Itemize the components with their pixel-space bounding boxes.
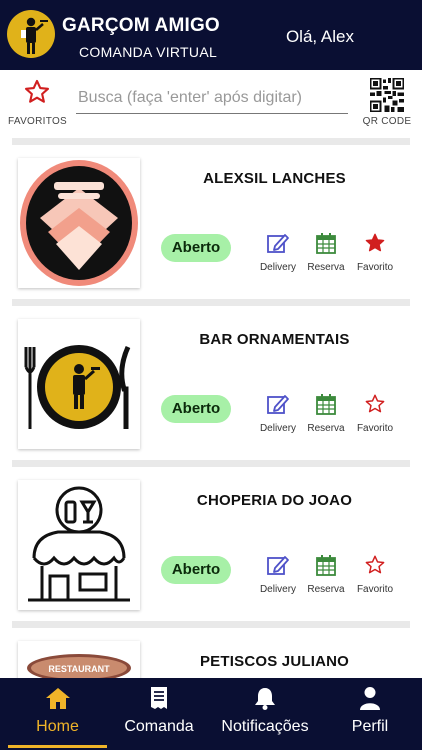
restaurant-logo: RESTAURANT bbox=[18, 641, 140, 678]
restaurant-sign-text: RESTAURANT bbox=[48, 664, 110, 674]
favorito-button[interactable]: Favorito bbox=[347, 554, 403, 595]
favorites-filter-button[interactable]: FAVORITOS bbox=[8, 78, 68, 132]
user-greeting: Olá, Alex bbox=[285, 27, 354, 46]
favorito-label: Favorito bbox=[356, 423, 394, 434]
restaurant-logo bbox=[18, 158, 140, 288]
restaurant-card[interactable]: ALEXSIL LANCHES Aberto Delivery Reserva … bbox=[12, 138, 410, 298]
active-tab-indicator bbox=[8, 745, 107, 748]
search-input[interactable] bbox=[76, 83, 348, 114]
home-icon bbox=[45, 688, 70, 709]
restaurant-card[interactable]: CHOPERIA DO JOAO Aberto Delivery Reserva… bbox=[12, 460, 410, 620]
nav-perfil-label: Perfil bbox=[351, 718, 389, 735]
reserva-button[interactable]: Reserva bbox=[298, 232, 354, 273]
reserva-button[interactable]: Reserva bbox=[298, 393, 354, 434]
waiter-logo-icon bbox=[7, 10, 55, 58]
reserva-label: Reserva bbox=[307, 584, 345, 595]
restaurant-card[interactable]: BAR ORNAMENTAIS Aberto Delivery Reserva … bbox=[12, 299, 410, 459]
favorito-button[interactable]: Favorito bbox=[347, 393, 403, 434]
star-outline-icon bbox=[24, 79, 50, 103]
calendar-icon bbox=[316, 233, 336, 254]
restaurant-logo bbox=[18, 319, 140, 449]
restaurant-card[interactable]: RESTAURANT PETISCOS JULIANO bbox=[12, 621, 410, 678]
nav-home[interactable]: Home bbox=[8, 686, 107, 736]
nav-notificacoes[interactable]: Notificações bbox=[212, 686, 318, 736]
qr-code-label: QR CODE bbox=[362, 116, 412, 127]
calendar-icon bbox=[316, 394, 336, 415]
bell-icon bbox=[255, 688, 275, 710]
star-outline-icon bbox=[365, 394, 385, 413]
calendar-icon bbox=[316, 555, 336, 576]
reserva-label: Reserva bbox=[307, 262, 345, 273]
edit-icon bbox=[267, 556, 289, 575]
user-icon bbox=[360, 687, 380, 710]
restaurant-name: PETISCOS JULIANO bbox=[199, 653, 350, 670]
app-header: GARÇOM AMIGO COMANDA VIRTUAL Olá, Alex bbox=[0, 0, 422, 70]
status-badge: Aberto bbox=[161, 556, 231, 584]
favorito-label: Favorito bbox=[356, 262, 394, 273]
restaurant-list[interactable]: ALEXSIL LANCHES Aberto Delivery Reserva … bbox=[12, 138, 410, 678]
nav-comanda[interactable]: Comanda bbox=[113, 686, 205, 736]
bottom-navigation: Home Comanda Notificações Perfil bbox=[0, 678, 422, 750]
receipt-icon bbox=[151, 687, 167, 709]
favorito-label: Favorito bbox=[356, 584, 394, 595]
nav-perfil[interactable]: Perfil bbox=[330, 686, 410, 736]
favorites-label: FAVORITOS bbox=[8, 116, 68, 127]
qr-code-button[interactable]: QR CODE bbox=[362, 78, 412, 132]
star-outline-icon bbox=[365, 555, 385, 574]
restaurant-name: ALEXSIL LANCHES bbox=[203, 170, 346, 187]
star-filled-icon bbox=[365, 233, 385, 252]
status-badge: Aberto bbox=[161, 395, 231, 423]
nav-notificacoes-label: Notificações bbox=[221, 718, 309, 735]
restaurant-name: CHOPERIA DO JOAO bbox=[196, 492, 353, 509]
restaurant-logo bbox=[18, 480, 140, 610]
reserva-button[interactable]: Reserva bbox=[298, 554, 354, 595]
restaurant-name: BAR ORNAMENTAIS bbox=[199, 331, 350, 348]
reserva-label: Reserva bbox=[307, 423, 345, 434]
edit-icon bbox=[267, 234, 289, 253]
qr-code-icon bbox=[370, 78, 404, 112]
nav-comanda-label: Comanda bbox=[124, 718, 194, 735]
status-badge: Aberto bbox=[161, 234, 231, 262]
edit-icon bbox=[267, 395, 289, 414]
favorito-button[interactable]: Favorito bbox=[347, 232, 403, 273]
app-title: GARÇOM AMIGO bbox=[62, 15, 220, 36]
nav-home-label: Home bbox=[36, 718, 79, 735]
app-subtitle: COMANDA VIRTUAL bbox=[79, 44, 218, 60]
